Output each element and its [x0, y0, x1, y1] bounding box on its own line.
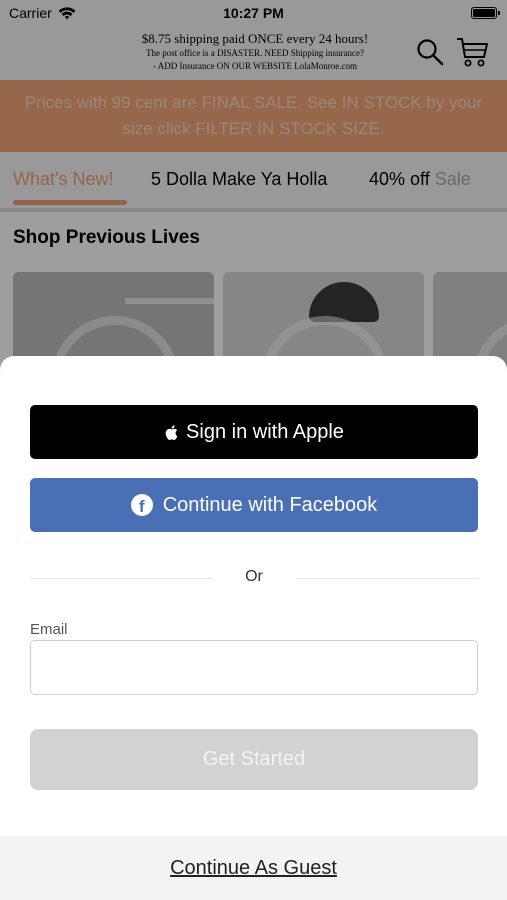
continue-as-guest-link[interactable]: Continue As Guest [170, 857, 337, 880]
facebook-button-label: Continue with Facebook [162, 493, 378, 516]
apple-icon [165, 424, 178, 440]
email-field[interactable] [30, 640, 478, 695]
login-sheet: Sign in with Apple f Continue with Faceb… [0, 356, 507, 900]
continue-with-facebook-button[interactable]: f Continue with Facebook [30, 478, 478, 532]
facebook-icon: f [130, 494, 153, 516]
guest-bar: Continue As Guest [0, 836, 507, 900]
email-label: Email [30, 621, 68, 638]
divider-line-right [296, 578, 478, 579]
or-divider: Or [30, 566, 478, 590]
apple-button-label: Sign in with Apple [186, 420, 344, 443]
or-divider-label: Or [245, 568, 263, 585]
sign-in-with-apple-button[interactable]: Sign in with Apple [30, 405, 478, 459]
get-started-button[interactable]: Get Started [30, 729, 478, 790]
